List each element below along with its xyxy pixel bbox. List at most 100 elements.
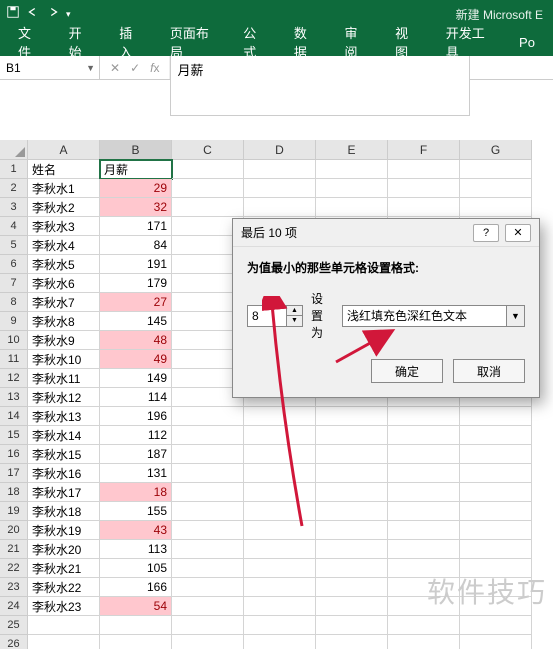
cell[interactable] xyxy=(388,407,460,426)
cell[interactable]: 李秋水22 xyxy=(28,578,100,597)
cell[interactable] xyxy=(244,160,316,179)
cell[interactable]: 李秋水10 xyxy=(28,350,100,369)
cell[interactable] xyxy=(172,502,244,521)
row-header[interactable]: 15 xyxy=(0,426,28,445)
cell[interactable] xyxy=(388,521,460,540)
row-header[interactable]: 9 xyxy=(0,312,28,331)
col-header[interactable]: E xyxy=(316,140,388,160)
cell[interactable]: 187 xyxy=(100,445,172,464)
cell[interactable] xyxy=(460,616,532,635)
cell[interactable] xyxy=(244,597,316,616)
cell[interactable] xyxy=(172,483,244,502)
cell[interactable]: 18 xyxy=(100,483,172,502)
cell[interactable] xyxy=(172,540,244,559)
cell[interactable]: 李秋水7 xyxy=(28,293,100,312)
cell[interactable] xyxy=(388,426,460,445)
row-header[interactable]: 6 xyxy=(0,255,28,274)
row-header[interactable]: 7 xyxy=(0,274,28,293)
cell[interactable] xyxy=(460,540,532,559)
cell[interactable] xyxy=(244,407,316,426)
cancel-button[interactable]: 取消 xyxy=(453,359,525,383)
cell[interactable] xyxy=(460,426,532,445)
cell[interactable] xyxy=(100,616,172,635)
cell[interactable] xyxy=(244,464,316,483)
cell[interactable]: 月薪 xyxy=(100,160,172,179)
cell[interactable]: 114 xyxy=(100,388,172,407)
cell[interactable] xyxy=(460,464,532,483)
cancel-icon[interactable]: ✕ xyxy=(110,61,120,75)
row-header[interactable]: 16 xyxy=(0,445,28,464)
cell[interactable]: 49 xyxy=(100,350,172,369)
cell[interactable] xyxy=(172,578,244,597)
cell[interactable] xyxy=(388,464,460,483)
cell[interactable] xyxy=(388,559,460,578)
row-header[interactable]: 25 xyxy=(0,616,28,635)
cell[interactable] xyxy=(388,160,460,179)
cell[interactable] xyxy=(460,407,532,426)
cell[interactable] xyxy=(244,616,316,635)
cell[interactable] xyxy=(316,426,388,445)
cell[interactable] xyxy=(172,635,244,649)
cell[interactable] xyxy=(172,198,244,217)
cell[interactable] xyxy=(244,426,316,445)
cell[interactable]: 李秋水3 xyxy=(28,217,100,236)
row-header[interactable]: 1 xyxy=(0,160,28,179)
ribbon-tab-9[interactable]: Po xyxy=(505,29,549,56)
row-header[interactable]: 23 xyxy=(0,578,28,597)
enter-icon[interactable]: ✓ xyxy=(130,61,140,75)
cell[interactable]: 113 xyxy=(100,540,172,559)
row-header[interactable]: 5 xyxy=(0,236,28,255)
row-header[interactable]: 24 xyxy=(0,597,28,616)
col-header[interactable]: B xyxy=(100,140,172,160)
row-header[interactable]: 20 xyxy=(0,521,28,540)
cell[interactable] xyxy=(28,616,100,635)
dialog-titlebar[interactable]: 最后 10 项 ? ✕ xyxy=(233,219,539,247)
row-header[interactable]: 8 xyxy=(0,293,28,312)
cell[interactable]: 155 xyxy=(100,502,172,521)
cell[interactable]: 48 xyxy=(100,331,172,350)
cell[interactable]: 李秋水17 xyxy=(28,483,100,502)
chevron-down-icon[interactable]: ▼ xyxy=(507,305,525,327)
format-input[interactable] xyxy=(342,305,507,327)
cell[interactable] xyxy=(460,597,532,616)
col-header[interactable]: F xyxy=(388,140,460,160)
cell[interactable] xyxy=(460,578,532,597)
name-box[interactable]: B1 ▼ xyxy=(0,56,100,79)
cell[interactable] xyxy=(244,179,316,198)
cell[interactable]: 179 xyxy=(100,274,172,293)
cell[interactable]: 李秋水19 xyxy=(28,521,100,540)
cell[interactable]: 李秋水15 xyxy=(28,445,100,464)
row-header[interactable]: 17 xyxy=(0,464,28,483)
cell[interactable] xyxy=(244,502,316,521)
cell[interactable]: 李秋水8 xyxy=(28,312,100,331)
cell[interactable] xyxy=(460,502,532,521)
cell[interactable] xyxy=(460,198,532,217)
cell[interactable] xyxy=(316,445,388,464)
format-combo[interactable]: ▼ xyxy=(342,305,525,327)
cell[interactable]: 李秋水14 xyxy=(28,426,100,445)
cell[interactable] xyxy=(316,635,388,649)
cell[interactable]: 姓名 xyxy=(28,160,100,179)
cell[interactable]: 李秋水20 xyxy=(28,540,100,559)
cell[interactable]: 李秋水5 xyxy=(28,255,100,274)
cell[interactable] xyxy=(244,559,316,578)
row-header[interactable]: 10 xyxy=(0,331,28,350)
row-header[interactable]: 4 xyxy=(0,217,28,236)
cell[interactable] xyxy=(388,502,460,521)
cell[interactable]: 43 xyxy=(100,521,172,540)
count-input[interactable] xyxy=(247,305,287,327)
chevron-down-icon[interactable]: ▼ xyxy=(86,63,95,73)
cell[interactable] xyxy=(316,198,388,217)
cell[interactable]: 112 xyxy=(100,426,172,445)
cell[interactable] xyxy=(316,407,388,426)
row-header[interactable]: 3 xyxy=(0,198,28,217)
col-header[interactable]: D xyxy=(244,140,316,160)
cell[interactable] xyxy=(388,597,460,616)
cell[interactable]: 105 xyxy=(100,559,172,578)
col-header[interactable]: G xyxy=(460,140,532,160)
cell[interactable] xyxy=(460,483,532,502)
cell[interactable] xyxy=(172,521,244,540)
cell[interactable] xyxy=(388,616,460,635)
cell[interactable]: 27 xyxy=(100,293,172,312)
cell[interactable] xyxy=(316,502,388,521)
